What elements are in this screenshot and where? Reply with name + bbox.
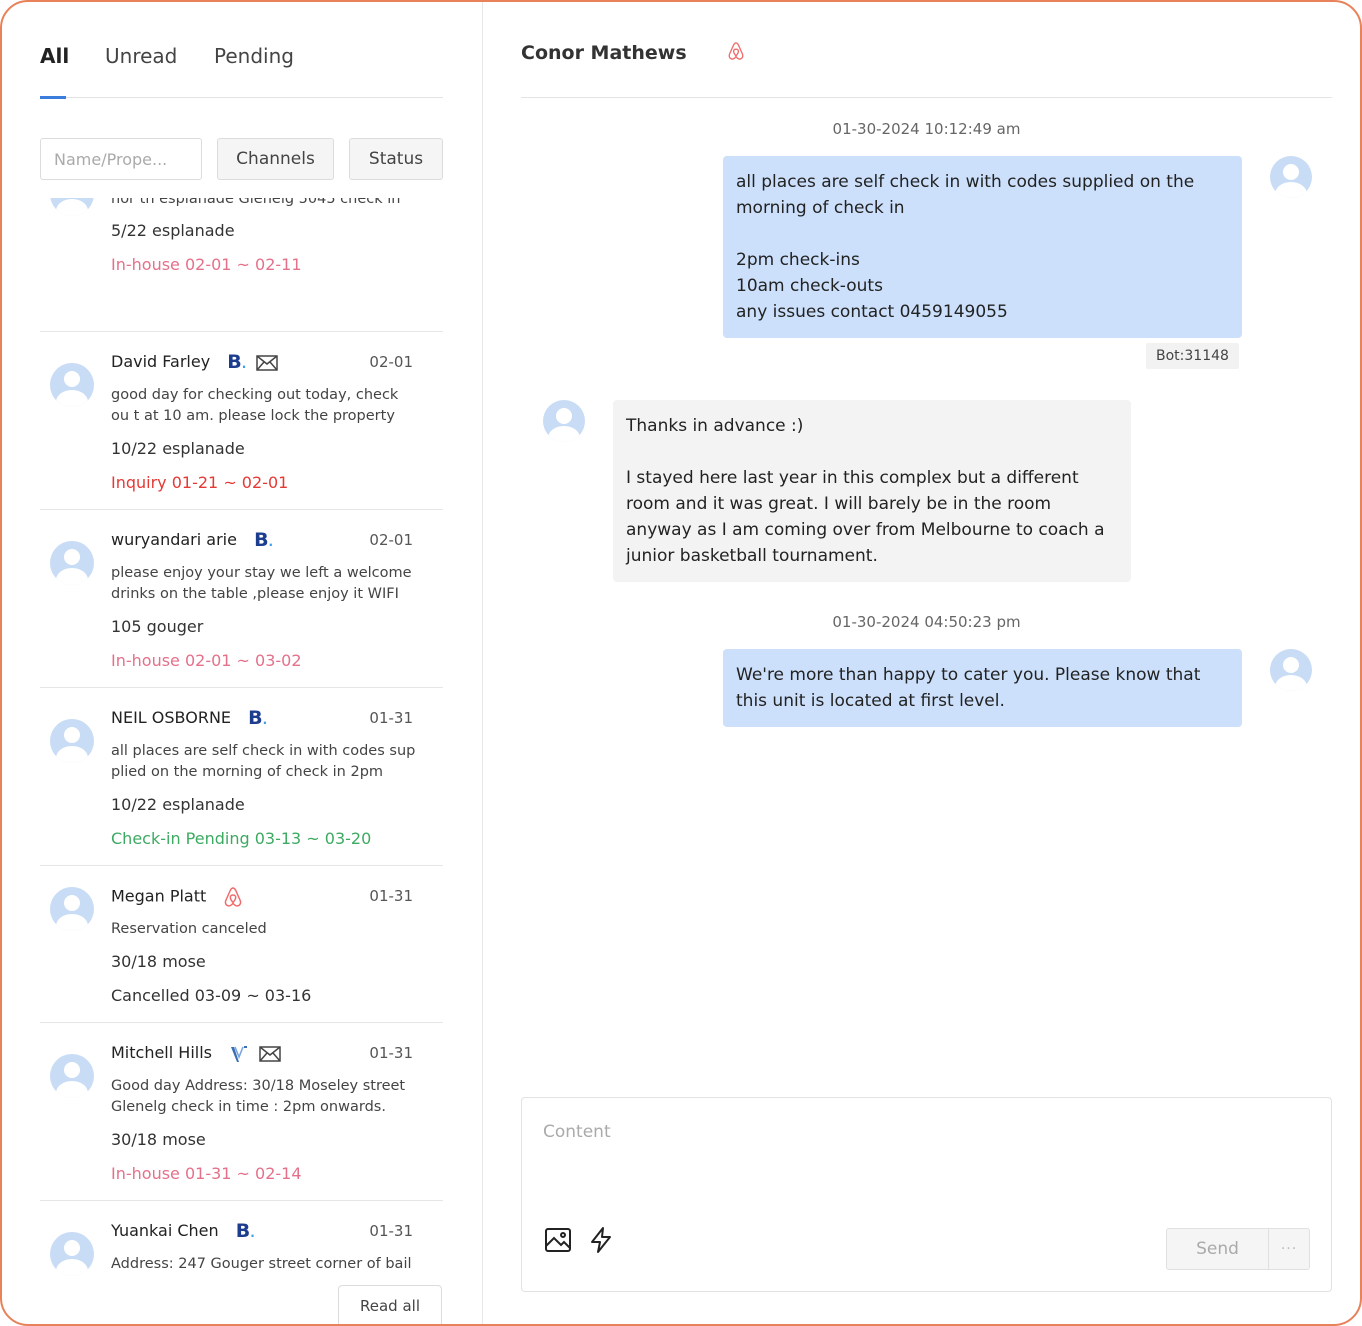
tab-all[interactable]: All (40, 44, 69, 68)
last-message-date: 01-31 (369, 709, 413, 727)
outgoing-message: all places are self check in with codes … (723, 156, 1242, 338)
mail-icon (259, 1045, 281, 1062)
booking-icon: B. (248, 707, 268, 729)
inbox-tabs: All Unread Pending (40, 40, 443, 99)
guest-avatar (50, 719, 94, 763)
bot-tag: Bot:31148 (1146, 343, 1239, 369)
property-name: 30/18 mose (111, 952, 206, 971)
reservation-status: In-house 01-31 ~ 02-14 (111, 1164, 302, 1183)
guest-avatar (50, 887, 94, 931)
property-name: 10/22 esplanade (111, 795, 245, 814)
guest-avatar (50, 363, 94, 407)
guest-name: David Farley (111, 352, 211, 371)
airbnb-icon (728, 42, 744, 60)
quick-reply-lightning-icon[interactable] (588, 1226, 614, 1254)
read-all-button[interactable]: Read all (338, 1285, 442, 1324)
booking-icon: B. (254, 529, 274, 551)
mail-icon (256, 354, 279, 371)
guest-name: NEIL OSBORNE (111, 708, 232, 727)
reservation-status: In-house 02-01 ~ 03-02 (111, 651, 302, 670)
message-preview: Good day Address: 30/18 Moseley street G… (111, 1078, 406, 1115)
vrbo-icon (231, 1045, 248, 1062)
outgoing-message: We're more than happy to cater you. Plea… (723, 649, 1242, 727)
image-upload-icon[interactable] (544, 1226, 572, 1254)
message-preview: Address: 247 Gouger street corner of bai… (111, 1256, 412, 1272)
conversation-item[interactable]: wuryandari arie B. 02-01 please enjoy yo… (40, 510, 443, 688)
property-name: 5/22 esplanade (111, 221, 235, 240)
reservation-status: Cancelled 03-09 ~ 03-16 (111, 986, 312, 1005)
guest-avatar (50, 1232, 94, 1276)
last-message-date: 01-31 (369, 1222, 413, 1240)
guest-avatar (543, 400, 585, 442)
guest-avatar (50, 1054, 94, 1098)
send-button[interactable]: Send (1167, 1229, 1269, 1269)
airbnb-icon (225, 887, 242, 907)
guest-name: wuryandari arie (111, 530, 237, 549)
conversation-item[interactable]: David Farley B. 02-01 good day for check… (40, 332, 443, 510)
guest-name: Megan Platt (111, 886, 207, 906)
chat-panel: Conor Mathews 01-30-2024 10:12:49 am all… (483, 2, 1360, 1324)
conversation-item[interactable]: Mitchell Hills 01-31 Good day Address: 3… (40, 1023, 443, 1201)
app-frame: All Unread Pending Channels Status good … (0, 0, 1362, 1326)
last-message-date: 02-01 (369, 531, 413, 549)
last-message-date: 01-31 (369, 1044, 413, 1062)
message-timestamp: 01-30-2024 04:50:23 pm (832, 613, 1021, 631)
status-filter-button[interactable]: Status (349, 138, 443, 180)
reservation-status: Inquiry 01-21 ~ 02-01 (111, 473, 289, 492)
reservation-status: In-house 02-01 ~ 02-11 (111, 255, 302, 274)
active-tab-indicator (40, 96, 66, 99)
last-message-date: 02-01 (369, 353, 413, 371)
chat-header: Conor Mathews (521, 40, 1332, 98)
message-preview: Reservation canceled (111, 921, 267, 937)
guest-name: Mitchell Hills (111, 1043, 212, 1062)
property-name: 10/22 esplanade (111, 439, 245, 458)
message-preview: good day for checking out today, check o… (111, 387, 399, 424)
message-composer: Send ··· (521, 1097, 1332, 1292)
message-content-input[interactable] (522, 1098, 1331, 1208)
guest-name: Yuankai Chen (111, 1221, 219, 1240)
message-preview: please enjoy your stay we left a welcome… (111, 565, 412, 602)
channels-filter-button[interactable]: Channels (217, 138, 334, 180)
reservation-status: Check-in Pending 03-13 ~ 03-20 (111, 829, 372, 848)
conversation-item[interactable]: Yuankai Chen B. 01-31 Address: 247 Gouge… (40, 1201, 443, 1280)
message-timestamp: 01-30-2024 10:12:49 am (832, 120, 1021, 138)
message-preview: all places are self check in with codes … (111, 743, 416, 780)
booking-icon: B. (235, 1220, 255, 1242)
filter-bar: Channels Status (40, 138, 443, 180)
contact-name: Conor Mathews (521, 42, 687, 64)
tab-unread[interactable]: Unread (105, 44, 177, 68)
guest-avatar (50, 541, 94, 585)
guest-avatar (50, 198, 94, 216)
message-preview: good day check in address: unit 05/22 no… (111, 198, 401, 207)
booking-icon: B. (227, 351, 247, 373)
conversation-item[interactable]: good day check in address: unit 05/22 no… (40, 198, 443, 332)
conversation-item[interactable]: NEIL OSBORNE B. 01-31 all places are sel… (40, 688, 443, 866)
incoming-message: Thanks in advance :) I stayed here last … (613, 400, 1131, 582)
name-property-search-input[interactable] (40, 138, 202, 180)
host-avatar (1270, 649, 1312, 691)
host-avatar (1270, 156, 1312, 198)
property-name: 105 gouger (111, 617, 204, 636)
send-options-button[interactable]: ··· (1269, 1229, 1309, 1269)
property-name: 30/18 mose (111, 1130, 206, 1149)
tab-pending[interactable]: Pending (214, 44, 294, 68)
conversation-item[interactable]: Megan Platt 01-31 Reservation canceled 3… (40, 866, 443, 1023)
send-button-group: Send ··· (1166, 1228, 1310, 1270)
conversation-list: good day check in address: unit 05/22 no… (40, 198, 443, 1280)
last-message-date: 01-31 (369, 887, 413, 905)
conversation-panel: All Unread Pending Channels Status good … (2, 2, 483, 1324)
